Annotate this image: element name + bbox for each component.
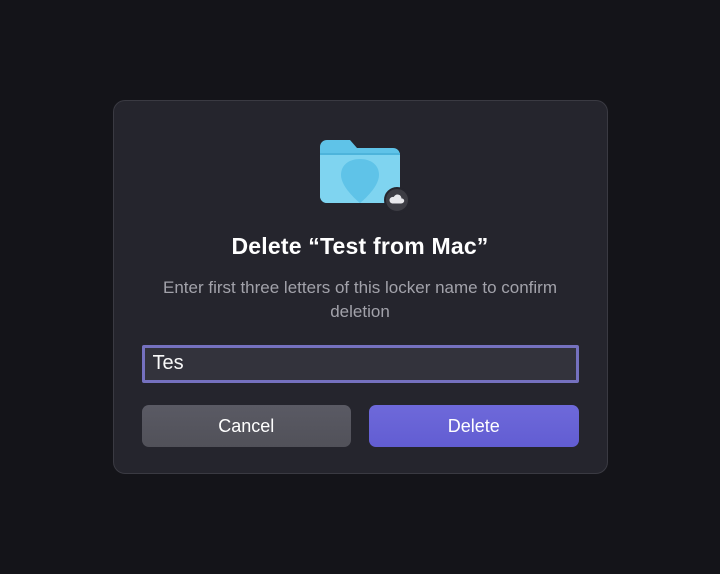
cloud-icon [384, 187, 410, 213]
dialog-title: Delete “Test from Mac” [231, 233, 488, 260]
dialog-icon [316, 133, 404, 207]
dialog-subtitle: Enter first three letters of this locker… [142, 276, 579, 324]
delete-button[interactable]: Delete [369, 405, 579, 447]
delete-confirmation-dialog: Delete “Test from Mac” Enter first three… [113, 100, 608, 475]
button-row: Cancel Delete [142, 405, 579, 447]
cancel-button[interactable]: Cancel [142, 405, 352, 447]
confirmation-input[interactable] [142, 345, 579, 383]
